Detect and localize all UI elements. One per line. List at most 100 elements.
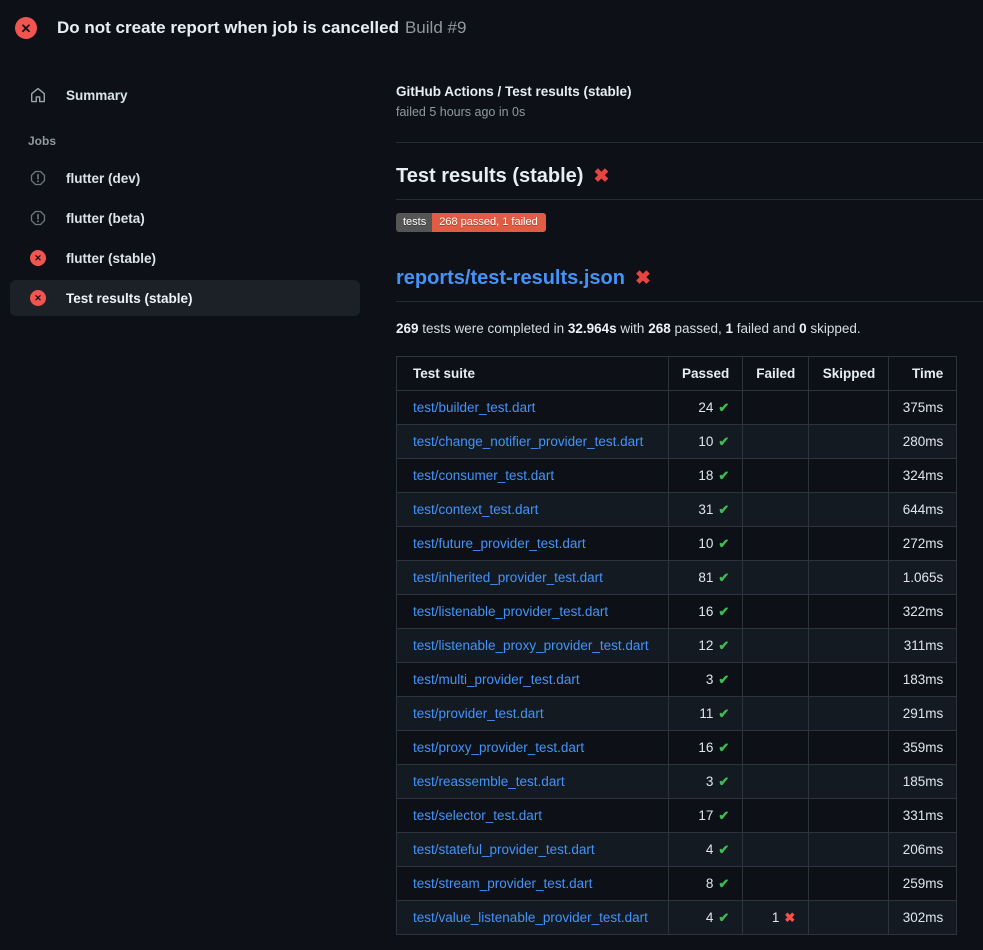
failed-cell [743, 867, 809, 901]
summary-segment: passed, [671, 321, 726, 336]
suite-cell: test/context_test.dart [397, 493, 669, 527]
summary-sentence: 269 tests were completed in 32.964s with… [396, 321, 983, 336]
check-icon: ✔ [718, 910, 729, 925]
suite-link[interactable]: test/stateful_provider_test.dart [413, 842, 595, 857]
passed-count: 3 [706, 672, 714, 687]
job-label: flutter (dev) [66, 171, 140, 186]
suite-link[interactable]: test/stream_provider_test.dart [413, 876, 592, 891]
passed-cell: 81✔ [669, 561, 743, 595]
skipped-cell [809, 391, 889, 425]
sidebar-job-item[interactable]: ✕flutter (stable) [10, 240, 360, 276]
time-cell: 375ms [889, 391, 957, 425]
passed-cell: 10✔ [669, 425, 743, 459]
jobs-list: flutter (dev) flutter (beta) ✕flutter (sta… [0, 160, 370, 316]
skipped-cell [809, 663, 889, 697]
job-failed-icon: ✕ [30, 250, 46, 266]
suite-link[interactable]: test/provider_test.dart [413, 706, 544, 721]
suite-link[interactable]: test/consumer_test.dart [413, 468, 554, 483]
table-row: test/listenable_provider_test.dart16✔322… [397, 595, 957, 629]
passed-cell: 10✔ [669, 527, 743, 561]
skipped-cell [809, 731, 889, 765]
suite-link[interactable]: test/reassemble_test.dart [413, 774, 565, 789]
passed-count: 11 [699, 706, 713, 721]
suite-link[interactable]: test/selector_test.dart [413, 808, 542, 823]
passed-count: 4 [706, 910, 714, 925]
check-icon: ✔ [718, 876, 729, 891]
sidebar-job-item[interactable]: flutter (beta) [10, 200, 360, 236]
passed-count: 31 [698, 502, 713, 517]
failed-cell [743, 765, 809, 799]
time-cell: 302ms [889, 901, 957, 935]
time-cell: 1.065s [889, 561, 957, 595]
passed-cell: 3✔ [669, 765, 743, 799]
suite-link[interactable]: test/listenable_proxy_provider_test.dart [413, 638, 649, 653]
sidebar-job-item[interactable]: flutter (dev) [10, 160, 360, 196]
suite-link[interactable]: test/future_provider_test.dart [413, 536, 586, 551]
check-icon: ✔ [718, 672, 729, 687]
suite-cell: test/listenable_proxy_provider_test.dart [397, 629, 669, 663]
check-icon: ✔ [718, 604, 729, 619]
table-row: test/provider_test.dart11✔291ms [397, 697, 957, 731]
suite-cell: test/future_provider_test.dart [397, 527, 669, 561]
suite-cell: test/consumer_test.dart [397, 459, 669, 493]
jobs-section-label: Jobs [0, 134, 370, 148]
sidebar-job-item[interactable]: ✕Test results (stable) [10, 280, 360, 316]
failed-cell [743, 731, 809, 765]
skipped-cell [809, 595, 889, 629]
failed-cell [743, 697, 809, 731]
column-header-test-suite: Test suite [397, 357, 669, 391]
skipped-cell [809, 867, 889, 901]
passed-count: 12 [698, 638, 713, 653]
summary-segment: 0 [799, 321, 807, 336]
sidebar-item-summary[interactable]: Summary [10, 78, 360, 112]
table-row: test/stream_provider_test.dart 8 ✔ 259ms [397, 867, 957, 901]
passed-count: 10 [698, 434, 713, 449]
check-icon: ✔ [718, 502, 729, 517]
suite-link[interactable]: test/change_notifier_provider_test.dart [413, 434, 643, 449]
passed-cell: 11 ✔ [669, 697, 743, 731]
failed-cell [743, 663, 809, 697]
passed-cell: 18✔ [669, 459, 743, 493]
suite-link[interactable]: test/context_test.dart [413, 502, 538, 517]
failed-cell [743, 527, 809, 561]
suite-link[interactable]: test/builder_test.dart [413, 400, 535, 415]
summary-segment: with [617, 321, 649, 336]
suite-cell: test/inherited_provider_test.dart [397, 561, 669, 595]
job-label: Test results (stable) [66, 291, 193, 306]
time-cell: 185ms [889, 765, 957, 799]
summary-segment: 268 [648, 321, 671, 336]
time-cell: 322ms [889, 595, 957, 629]
suite-link[interactable]: test/inherited_provider_test.dart [413, 570, 603, 585]
suite-link[interactable]: test/value_listenable_provider_test.dart [413, 910, 648, 925]
failed-cell [743, 629, 809, 663]
check-icon: ✔ [718, 468, 729, 483]
home-icon [30, 87, 46, 103]
time-cell: 259ms [889, 867, 957, 901]
passed-count: 10 [698, 536, 713, 551]
cross-mark-icon: ✖ [635, 269, 651, 288]
table-row: test/listenable_proxy_provider_test.dart… [397, 629, 957, 663]
report-file-link[interactable]: reports/test-results.json [396, 267, 625, 290]
skipped-cell [809, 697, 889, 731]
job-cancelled-icon [30, 210, 46, 226]
suite-link[interactable]: test/listenable_provider_test.dart [413, 604, 608, 619]
check-icon: ✔ [718, 706, 729, 721]
skipped-cell [809, 901, 889, 935]
passed-count: 8 [706, 876, 714, 891]
check-icon: ✔ [718, 774, 729, 789]
skipped-cell [809, 425, 889, 459]
table-row: test/value_listenable_provider_test.dart… [397, 901, 957, 935]
time-cell: 183ms [889, 663, 957, 697]
job-cancelled-icon [30, 170, 46, 186]
column-header-skipped: Skipped [809, 357, 889, 391]
sidebar: Summary Jobs flutter (dev) flutter (beta)… [0, 55, 370, 320]
suite-cell: test/value_listenable_provider_test.dart [397, 901, 669, 935]
failed-cell [743, 595, 809, 629]
table-row: test/reassemble_test.dart 3✔ 185ms [397, 765, 957, 799]
passed-count: 4 [706, 842, 714, 857]
summary-segment: skipped. [807, 321, 861, 336]
suite-link[interactable]: test/multi_provider_test.dart [413, 672, 580, 687]
time-cell: 324ms [889, 459, 957, 493]
suite-link[interactable]: test/proxy_provider_test.dart [413, 740, 584, 755]
test-results-table: Test suite Passed Failed Skipped Time te… [396, 356, 957, 935]
